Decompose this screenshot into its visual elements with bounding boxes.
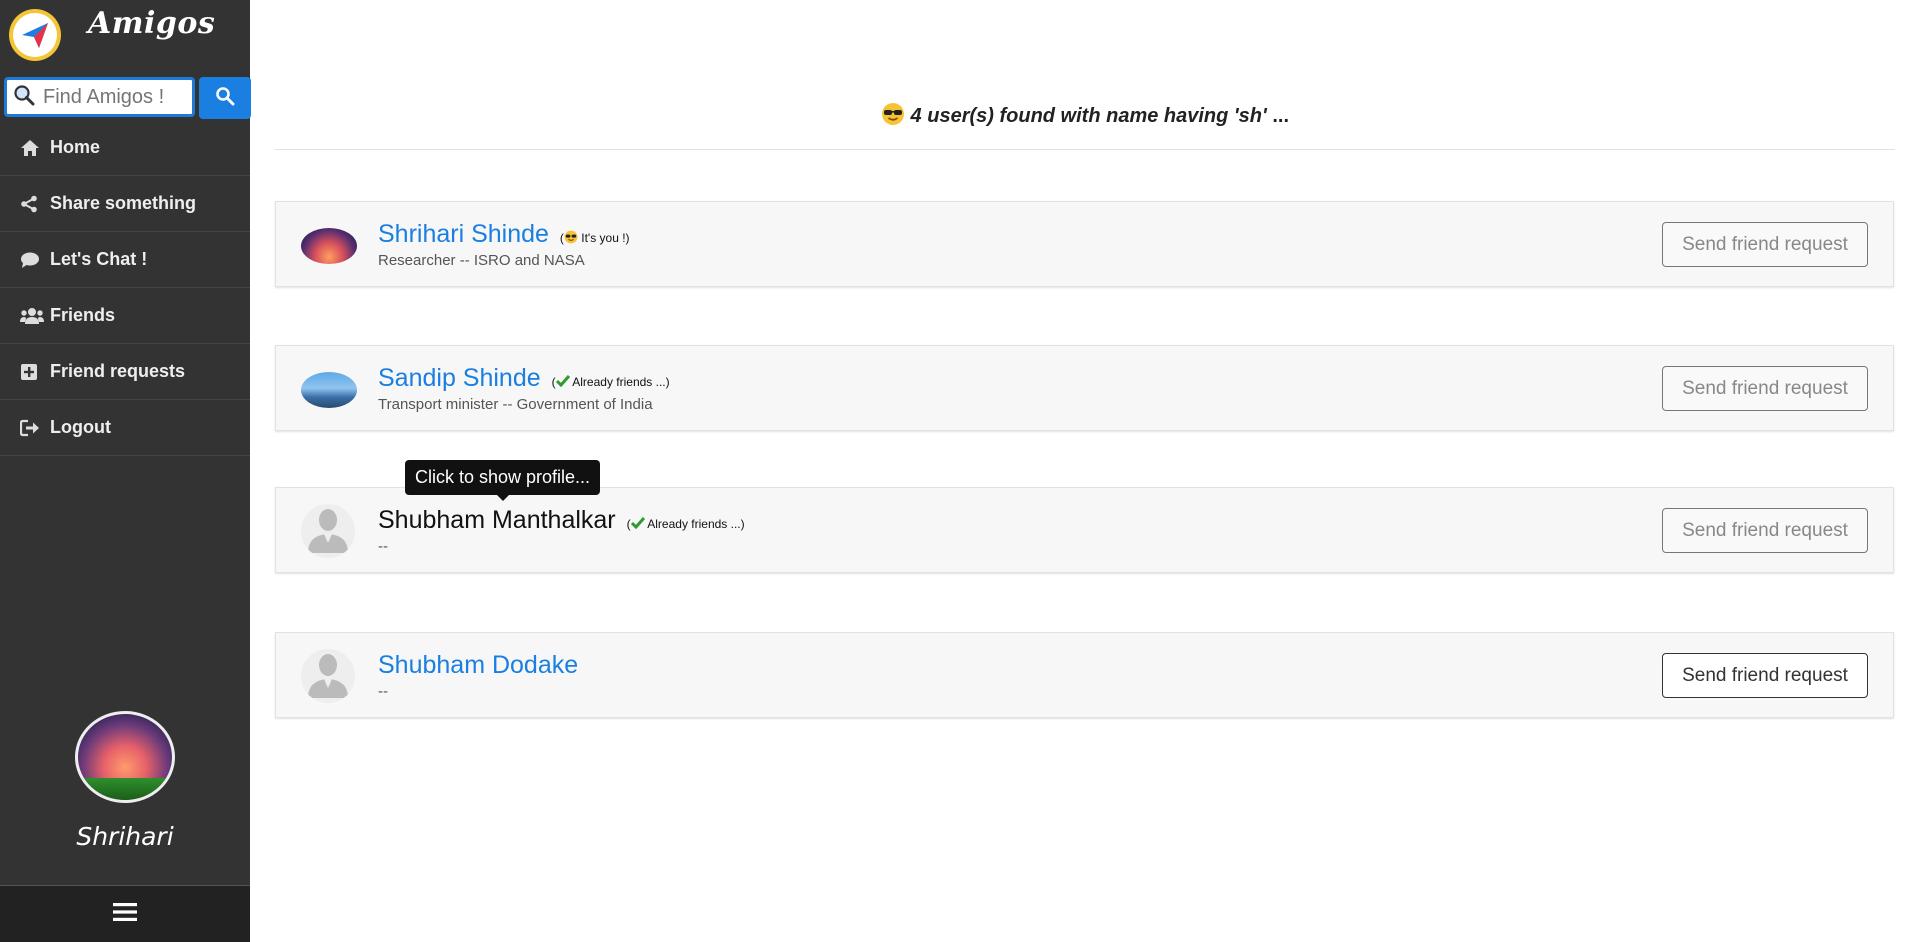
sidebar-item-label: Share something — [50, 193, 197, 213]
user-tag: ( Already friends ...) — [551, 375, 670, 389]
user-subtitle: Researcher -- ISRO and NASA — [378, 252, 585, 269]
plus-square-icon — [20, 363, 46, 381]
sidebar-item-label: Let's Chat ! — [50, 249, 148, 269]
user-card: Shubham Dodake -- Send friend request — [275, 632, 1894, 718]
logout-icon — [20, 419, 46, 437]
results-query: 'sh' — [1233, 105, 1267, 127]
sidebar-item-home[interactable]: Home — [0, 120, 250, 176]
sidebar-item-label: Friends — [50, 305, 116, 325]
sidebar-item-label: Logout — [50, 417, 111, 437]
user-avatar[interactable] — [301, 372, 357, 408]
user-avatar[interactable] — [301, 649, 355, 703]
chat-icon — [20, 251, 46, 269]
send-friend-request-button[interactable]: Send friend request — [1662, 366, 1868, 411]
results-prefix: 4 user(s) found with name having — [910, 105, 1229, 127]
user-name: Shubham Dodake — [378, 651, 579, 679]
send-friend-request-button[interactable]: Send friend request — [1662, 222, 1868, 267]
divider — [275, 149, 1895, 150]
sidebar-item-share[interactable]: Share something — [0, 176, 250, 232]
sidebar-item-label: Home — [50, 137, 101, 157]
brand: Amigos — [0, 0, 250, 72]
profile-name: Shrihari — [76, 822, 174, 851]
sidebar-item-friend-requests[interactable]: Friend requests — [0, 344, 250, 400]
user-name-link[interactable]: Shubham Dodake — [378, 651, 578, 680]
user-name: Sandip Shinde — [378, 364, 541, 392]
search-area — [4, 77, 251, 119]
user-avatar[interactable] — [301, 504, 355, 558]
sidebar-item-logout[interactable]: Logout — [0, 400, 250, 456]
sidebar: Amigos Home — [0, 0, 251, 942]
default-user-icon — [306, 649, 350, 703]
sidebar-item-friends[interactable]: Friends — [0, 288, 250, 344]
avatar-grass — [78, 778, 172, 800]
app-logo[interactable] — [9, 9, 61, 61]
magnifier-icon — [13, 84, 35, 111]
user-name-link[interactable]: Shrihari Shinde ( It's you !) — [378, 220, 630, 249]
menu-toggle-button[interactable] — [0, 885, 250, 942]
sunglasses-emoji-icon — [881, 103, 911, 127]
sidebar-item-label: Friend requests — [50, 361, 186, 381]
search-input[interactable] — [41, 84, 195, 110]
profile-tooltip: Click to show profile... — [405, 460, 601, 501]
profile-avatar[interactable] — [75, 711, 175, 803]
sidebar-nav: Home Share something Let's Chat ! Friend… — [0, 120, 250, 456]
user-avatar[interactable] — [301, 228, 357, 264]
user-subtitle: -- — [378, 538, 388, 555]
user-name: Shrihari Shinde — [378, 220, 549, 248]
user-name: Shubham Manthalkar — [378, 506, 616, 534]
send-friend-request-button[interactable]: Send friend request — [1662, 653, 1868, 698]
search-button[interactable] — [199, 77, 251, 119]
user-subtitle: -- — [378, 683, 388, 700]
user-name-link[interactable]: Shubham Manthalkar ( Already friends ...… — [378, 506, 745, 535]
sunglasses-emoji-icon — [564, 230, 578, 245]
user-name-link[interactable]: Sandip Shinde ( Already friends ...) — [378, 364, 670, 393]
user-tag-text: Already friends ...) — [647, 517, 745, 531]
user-tag: ( Already friends ...) — [626, 517, 745, 531]
check-icon — [630, 517, 645, 531]
search-icon — [215, 86, 235, 111]
app-name: Amigos — [88, 6, 216, 41]
default-user-icon — [306, 504, 350, 558]
home-icon — [20, 139, 46, 157]
users-icon — [20, 307, 46, 325]
search-field[interactable] — [4, 77, 195, 117]
sidebar-item-chat[interactable]: Let's Chat ! — [0, 232, 250, 288]
check-icon — [555, 375, 570, 389]
hamburger-icon — [113, 902, 137, 927]
user-card: Sandip Shinde ( Already friends ...) Tra… — [275, 345, 1894, 431]
share-icon — [20, 195, 46, 213]
results-suffix: ... — [1272, 105, 1290, 127]
user-tag-text: Already friends ...) — [572, 375, 670, 389]
paper-plane-icon — [13, 13, 57, 57]
user-tag: ( It's you !) — [559, 230, 630, 245]
results-heading: 4 user(s) found with name having 'sh' ..… — [275, 102, 1895, 128]
user-card: Shrihari Shinde ( It's you !) Researcher… — [275, 201, 1894, 287]
user-tag-text: It's you !) — [581, 231, 630, 245]
user-card: Shubham Manthalkar ( Already friends ...… — [275, 487, 1894, 573]
send-friend-request-button[interactable]: Send friend request — [1662, 508, 1868, 553]
user-subtitle: Transport minister -- Government of Indi… — [378, 396, 653, 413]
